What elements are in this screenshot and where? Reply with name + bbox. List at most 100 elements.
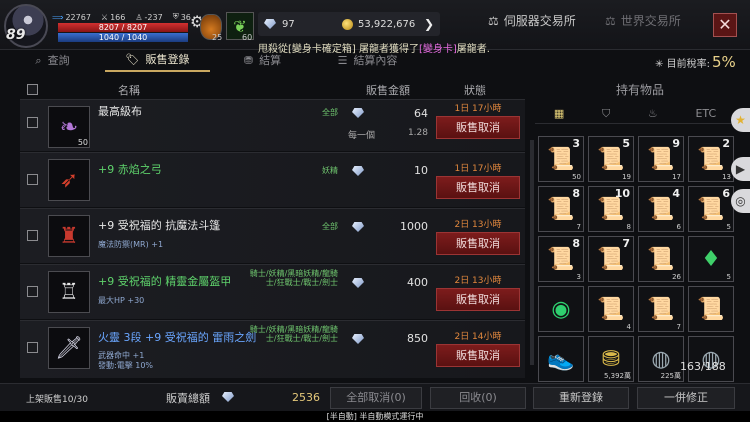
swirl-icon[interactable]: ◎	[731, 189, 750, 213]
gold-coin-icon	[342, 18, 353, 30]
sword-icon: 🗡	[48, 327, 90, 369]
bow-icon: ➶	[48, 159, 90, 201]
slot-enchant: 10	[614, 187, 630, 200]
cloak-icon: ♜	[48, 215, 90, 257]
potion-tab-icon[interactable]: ♨	[648, 107, 658, 120]
remaining-time: 1日 17小時	[454, 104, 502, 114]
leaf-count: 60	[242, 33, 253, 42]
item-stat: 發動:電擊 10%	[98, 361, 154, 370]
cancel-all-button[interactable]: 全部取消(0)	[330, 387, 422, 409]
diamond-icon	[352, 108, 364, 118]
close-button[interactable]: ✕	[713, 13, 737, 37]
coins-item-slot[interactable]: ⛃ 5,392萬	[588, 336, 634, 382]
shoes-icon: 👟	[547, 346, 575, 372]
grid-icon[interactable]: ▦	[554, 107, 564, 120]
slot-enchant: 5	[622, 137, 630, 150]
tab-sell-register[interactable]: 🏷 販售登錄	[105, 50, 210, 72]
currency-panel[interactable]: 97 53,922,676 ❯	[258, 12, 440, 36]
item-price: 1000	[400, 220, 428, 233]
slot-count: 6	[676, 223, 681, 231]
tab-settlement-details[interactable]: ☰ 結算內容	[315, 50, 420, 72]
scroll-item-slot[interactable]: 📜 8 3	[538, 236, 584, 282]
scroll-item-slot[interactable]: 📜 5 19	[588, 136, 634, 182]
tab-settlement[interactable]: ⛃ 結算	[210, 50, 315, 72]
shield-icon: ⛨	[172, 12, 179, 21]
row-checkbox[interactable]	[27, 286, 38, 297]
scroll-icon: 📜	[597, 146, 625, 172]
coins-icon: ⛃	[243, 54, 254, 67]
column-name: 名稱	[118, 84, 140, 97]
world-exchange-tab[interactable]: ⚖ 世界交易所	[605, 12, 681, 29]
inventory-title: 持有物品	[615, 83, 664, 97]
scroll-item-slot[interactable]: 📜 3 50	[538, 136, 584, 182]
scroll-icon: 📜	[597, 246, 625, 272]
scroll-item-slot[interactable]: 📜 6 5	[688, 186, 734, 232]
row-checkbox[interactable]	[27, 230, 38, 241]
coin-item-slot[interactable]: ◍	[688, 336, 734, 382]
scroll-item-slot[interactable]: 📜 10 8	[588, 186, 634, 232]
inventory-scrollbar[interactable]	[530, 140, 534, 365]
scroll-item-slot[interactable]: 📜	[688, 286, 734, 332]
cancel-sale-button[interactable]: 販售取消	[436, 288, 520, 311]
table-row[interactable]: ❧ 50 最高級布 全部 64 每一個 1.28 1日 17小時 販售取消	[20, 99, 525, 151]
diamond-icon	[264, 19, 276, 29]
diamond-icon	[352, 278, 364, 288]
scroll-icon: 📜	[547, 146, 575, 172]
slot-enchant: 3	[572, 137, 580, 150]
diamond-icon	[352, 166, 364, 176]
footer-bar: 上架販售10/30 販賣總額 2536 全部取消(0) 回收(0) 重新登錄 一…	[0, 383, 750, 411]
table-row[interactable]: ➶ +9 赤焰之弓 妖精 10 1日 17小時 販售取消	[20, 152, 525, 207]
mp-bar: 1040 / 1040	[58, 33, 188, 42]
gem-item-slot[interactable]: ♦ 5	[688, 236, 734, 282]
item-price: 850	[407, 332, 428, 345]
table-row[interactable]: ♖ +9 受祝福的 精靈金屬盔甲 最大HP +30 騎士/妖精/黑暗妖精/龍騎士…	[20, 264, 525, 319]
relist-button[interactable]: 重新登錄	[533, 387, 629, 409]
cancel-sale-button[interactable]: 販售取消	[436, 116, 520, 139]
slot-enchant: 4	[672, 187, 680, 200]
fix-all-button[interactable]: 一併修正	[637, 387, 735, 409]
scroll-icon: 📜	[647, 146, 675, 172]
item-class: 全部	[322, 108, 338, 117]
item-class: 騎士/妖精/黑暗妖精/龍騎士/狂戰士/戰士/劍士	[249, 325, 338, 343]
table-row[interactable]: ♜ +9 受祝福的 抗魔法斗篷 魔法防禦(MR) +1 全部 1000 2日 1…	[20, 208, 525, 263]
orb-item-slot[interactable]: ◉	[538, 286, 584, 332]
tab-search[interactable]: ⌕ 查詢	[0, 50, 105, 72]
play-icon[interactable]: ▶	[731, 157, 750, 181]
scroll-item-slot[interactable]: 📜 7	[588, 236, 634, 282]
cancel-sale-button[interactable]: 販售取消	[436, 232, 520, 255]
scroll-item-slot[interactable]: 📜 4 6	[638, 186, 684, 232]
shield-icon[interactable]: ⛉	[602, 107, 610, 121]
coin-item-slot[interactable]: ◍ 225萬	[638, 336, 684, 382]
star-icon[interactable]: ★	[731, 108, 750, 132]
item-class: 妖精	[322, 166, 338, 175]
row-checkbox[interactable]	[27, 117, 38, 128]
cancel-sale-button[interactable]: 販售取消	[436, 344, 520, 367]
player-stats: ⟹ 22767 ⚔ 166 ♙ -237 ⛨ 36	[52, 12, 191, 22]
each-price: 1.28	[407, 128, 428, 138]
power-icon: ⟹	[52, 12, 64, 22]
server-exchange-tab[interactable]: ⚖ 伺服器交易所	[488, 12, 576, 29]
tab-etc[interactable]: ETC	[695, 107, 716, 120]
slot-count: 5	[726, 223, 731, 231]
scroll-item-slot[interactable]: 📜 9 17	[638, 136, 684, 182]
shoes-item-slot[interactable]: 👟	[538, 336, 584, 382]
scroll-item-slot[interactable]: 📜 7	[638, 286, 684, 332]
table-row[interactable]: 🗡 火靈 3段 +9 受祝福的 雷雨之劍 武器命中 +1 發動:電擊 10% 騎…	[20, 320, 525, 378]
scroll-item-slot[interactable]: 📜 26	[638, 236, 684, 282]
chevron-right-icon[interactable]: ❯	[424, 17, 434, 31]
select-all-checkbox[interactable]	[27, 84, 38, 95]
collect-button[interactable]: 回收(0)	[430, 387, 526, 409]
scales-icon: ⚖	[605, 13, 616, 28]
cancel-sale-button[interactable]: 販售取消	[436, 176, 520, 199]
item-stat: 魔法防禦(MR) +1	[98, 240, 164, 249]
scroll-item-slot[interactable]: 📜 2 13	[688, 136, 734, 182]
gold-amount: 53,922,676	[358, 18, 416, 30]
row-checkbox[interactable]	[27, 174, 38, 185]
slot-count: 17	[672, 173, 681, 181]
scroll-item-slot[interactable]: 📜 4	[588, 286, 634, 332]
slot-count: 4	[626, 323, 631, 331]
total-label: 販賣總額	[166, 392, 210, 405]
potion-count: 25	[212, 33, 223, 42]
row-checkbox[interactable]	[27, 342, 38, 353]
scroll-item-slot[interactable]: 📜 8 7	[538, 186, 584, 232]
